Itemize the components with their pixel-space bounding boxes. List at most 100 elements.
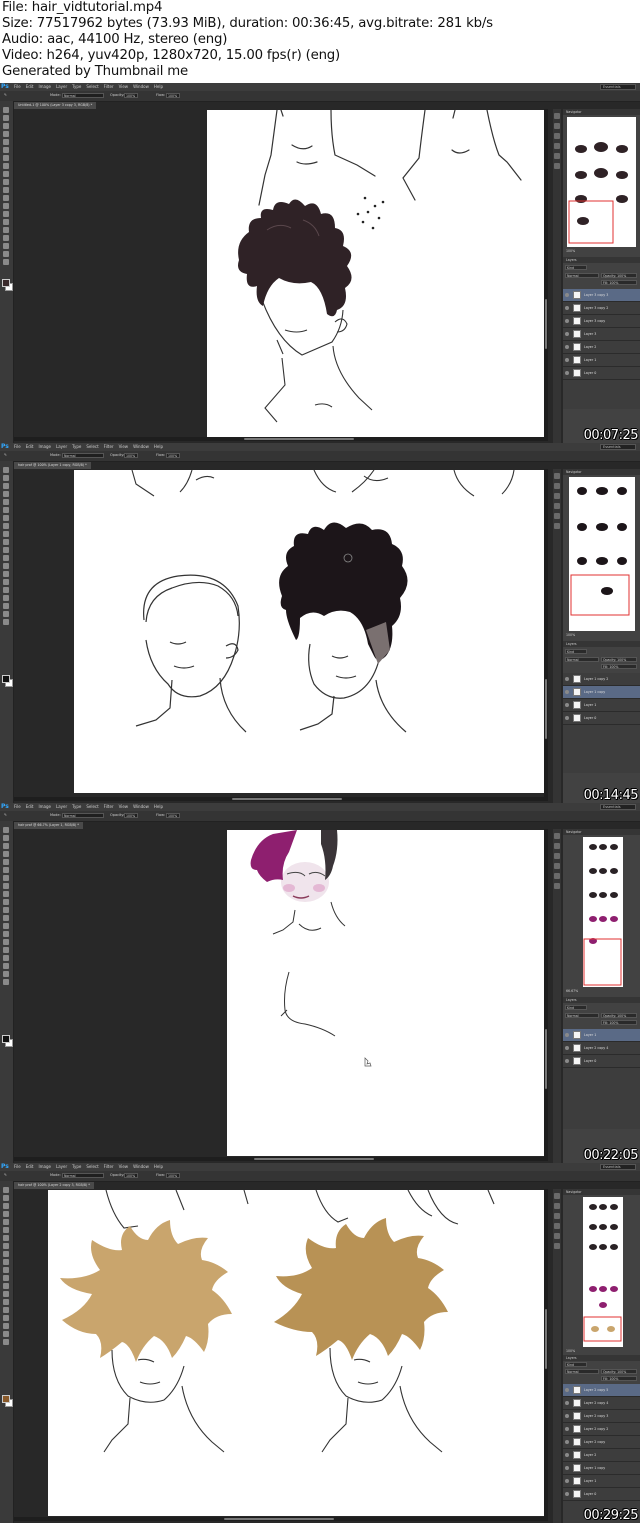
- document-canvas[interactable]: [227, 830, 547, 1156]
- layer-row[interactable]: Layer 3: [563, 328, 640, 341]
- stamp-tool-icon[interactable]: [3, 171, 9, 177]
- visibility-eye-icon[interactable]: [565, 1401, 569, 1405]
- layer-row[interactable]: Layer 0: [563, 1055, 640, 1068]
- layer-row[interactable]: Layer 1 copy: [563, 1462, 640, 1475]
- menu-edit[interactable]: Edit: [26, 443, 34, 451]
- healing-tool-icon[interactable]: [3, 515, 9, 521]
- crop-tool-icon[interactable]: [3, 139, 9, 145]
- visibility-eye-icon[interactable]: [565, 1427, 569, 1431]
- mode-select[interactable]: Normal: [62, 93, 104, 98]
- brush-panel-icon[interactable]: [554, 863, 560, 869]
- foreground-color-swatch[interactable]: [2, 1035, 10, 1043]
- menu-image[interactable]: Image: [38, 803, 51, 811]
- navigator-panel-tab[interactable]: Navigator: [563, 829, 640, 835]
- dodge-tool-icon[interactable]: [3, 571, 9, 577]
- path-select-tool-icon[interactable]: [3, 235, 9, 241]
- styles-panel-icon[interactable]: [554, 1243, 560, 1249]
- visibility-eye-icon[interactable]: [565, 690, 569, 694]
- layer-fill[interactable]: Fill: 100%: [601, 1020, 637, 1025]
- menu-file[interactable]: File: [14, 443, 21, 451]
- visibility-eye-icon[interactable]: [565, 293, 569, 297]
- opacity-input[interactable]: 100%: [124, 1173, 138, 1178]
- layer-blend-mode[interactable]: Normal: [565, 273, 599, 278]
- layer-row[interactable]: Layer 2 copy 5: [563, 1384, 640, 1397]
- flow-input[interactable]: 100%: [166, 1173, 180, 1178]
- brush-icon[interactable]: ✎: [4, 453, 7, 458]
- zoom-tool-icon[interactable]: [3, 1339, 9, 1345]
- layer-opacity[interactable]: Opacity: 100%: [601, 657, 637, 662]
- path-select-tool-icon[interactable]: [3, 595, 9, 601]
- menu-select[interactable]: Select: [86, 83, 98, 91]
- swatches-panel-icon[interactable]: [554, 493, 560, 499]
- layer-row[interactable]: Layer 1 copy 2: [563, 673, 640, 686]
- layer-row[interactable]: Layer 0: [563, 367, 640, 380]
- vertical-scrollbar[interactable]: [544, 469, 548, 797]
- brush-panel-icon[interactable]: [554, 143, 560, 149]
- menu-help[interactable]: Help: [154, 1163, 163, 1171]
- foreground-color-swatch[interactable]: [2, 1395, 10, 1403]
- blur-tool-icon[interactable]: [3, 203, 9, 209]
- layer-fill[interactable]: Fill: 100%: [601, 1376, 637, 1381]
- layer-row[interactable]: Layer 1: [563, 1029, 640, 1042]
- layer-row[interactable]: Layer 2 copy: [563, 1436, 640, 1449]
- visibility-eye-icon[interactable]: [565, 1479, 569, 1483]
- healing-tool-icon[interactable]: [3, 155, 9, 161]
- visibility-eye-icon[interactable]: [565, 1059, 569, 1063]
- workspace-select[interactable]: Essentials: [600, 84, 636, 90]
- menu-view[interactable]: View: [119, 803, 129, 811]
- layer-row[interactable]: Layer 1 copy: [563, 686, 640, 699]
- shape-tool-icon[interactable]: [3, 963, 9, 969]
- shape-tool-icon[interactable]: [3, 603, 9, 609]
- eraser-tool-icon[interactable]: [3, 547, 9, 553]
- layer-blend-mode[interactable]: Normal: [565, 1013, 599, 1018]
- history-panel-icon[interactable]: [554, 833, 560, 839]
- quick-select-tool-icon[interactable]: [3, 851, 9, 857]
- healing-tool-icon[interactable]: [3, 875, 9, 881]
- adjustments-panel-icon[interactable]: [554, 153, 560, 159]
- layer-row[interactable]: Layer 3 copy 3: [563, 289, 640, 302]
- shape-tool-icon[interactable]: [3, 243, 9, 249]
- dodge-tool-icon[interactable]: [3, 1291, 9, 1297]
- menu-type[interactable]: Type: [72, 83, 81, 91]
- menu-type[interactable]: Type: [72, 803, 81, 811]
- brush-tool-icon[interactable]: [3, 883, 9, 889]
- visibility-eye-icon[interactable]: [565, 703, 569, 707]
- workspace-select[interactable]: Essentials: [600, 444, 636, 450]
- history-brush-icon[interactable]: [3, 899, 9, 905]
- vertical-scrollbar[interactable]: [544, 109, 548, 437]
- properties-panel-icon[interactable]: [554, 483, 560, 489]
- mode-select[interactable]: Normal: [62, 453, 104, 458]
- brush-panel-icon[interactable]: [554, 1223, 560, 1229]
- menu-type[interactable]: Type: [72, 443, 81, 451]
- layer-row[interactable]: Layer 3 copy: [563, 315, 640, 328]
- layer-kind-filter[interactable]: Kind: [565, 649, 587, 654]
- hand-tool-icon[interactable]: [3, 1331, 9, 1337]
- layer-blend-mode[interactable]: Normal: [565, 1369, 599, 1374]
- move-tool-icon[interactable]: [3, 1187, 9, 1193]
- properties-panel-icon[interactable]: [554, 1203, 560, 1209]
- menu-edit[interactable]: Edit: [26, 803, 34, 811]
- layer-kind-filter[interactable]: Kind: [565, 1362, 587, 1367]
- visibility-eye-icon[interactable]: [565, 677, 569, 681]
- history-brush-icon[interactable]: [3, 1259, 9, 1265]
- hand-tool-icon[interactable]: [3, 251, 9, 257]
- brush-icon[interactable]: ✎: [4, 1173, 7, 1178]
- gradient-tool-icon[interactable]: [3, 1275, 9, 1281]
- swatches-panel-icon[interactable]: [554, 133, 560, 139]
- layer-opacity[interactable]: Opacity: 100%: [601, 1369, 637, 1374]
- brush-tool-icon[interactable]: [3, 163, 9, 169]
- pen-tool-icon[interactable]: [3, 219, 9, 225]
- layer-row[interactable]: Layer 3 copy 2: [563, 302, 640, 315]
- adjustments-panel-icon[interactable]: [554, 1233, 560, 1239]
- type-tool-icon[interactable]: [3, 947, 9, 953]
- brush-tool-icon[interactable]: [3, 1243, 9, 1249]
- visibility-eye-icon[interactable]: [565, 319, 569, 323]
- menu-window[interactable]: Window: [133, 443, 149, 451]
- gradient-tool-icon[interactable]: [3, 555, 9, 561]
- zoom-tool-icon[interactable]: [3, 259, 9, 265]
- foreground-color-swatch[interactable]: [2, 675, 10, 683]
- layer-kind-filter[interactable]: Kind: [565, 265, 587, 270]
- menu-help[interactable]: Help: [154, 443, 163, 451]
- eyedropper-tool-icon[interactable]: [3, 867, 9, 873]
- navigator-thumbnail[interactable]: [567, 117, 636, 247]
